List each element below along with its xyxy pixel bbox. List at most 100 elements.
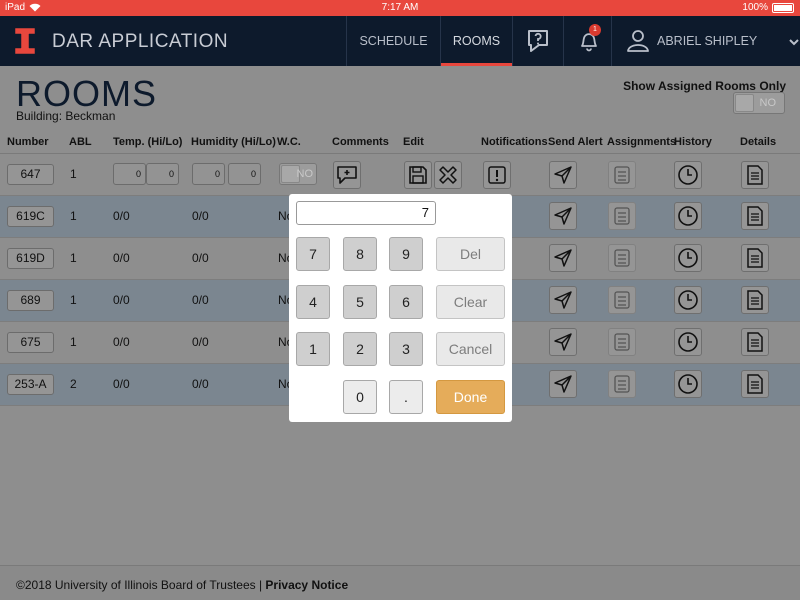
room-abl: 1 bbox=[70, 335, 77, 349]
col-number: Number bbox=[7, 136, 49, 148]
key-5[interactable]: 5 bbox=[343, 285, 377, 319]
room-number: 647 bbox=[7, 164, 54, 185]
room-abl: 2 bbox=[70, 377, 77, 391]
key-2[interactable]: 2 bbox=[343, 332, 377, 366]
temp-lo-input[interactable]: 0 bbox=[146, 163, 179, 185]
delete-key[interactable]: Del bbox=[436, 237, 505, 271]
humidity-hi-input[interactable]: 0 bbox=[192, 163, 225, 185]
illinois-logo-icon bbox=[14, 27, 36, 55]
history-button[interactable] bbox=[674, 286, 702, 314]
checklist-icon bbox=[614, 166, 630, 184]
key-4[interactable]: 4 bbox=[296, 285, 330, 319]
details-button[interactable] bbox=[741, 328, 769, 356]
user-avatar-icon[interactable] bbox=[625, 27, 651, 53]
send-alert-button[interactable] bbox=[549, 202, 577, 230]
details-button[interactable] bbox=[741, 286, 769, 314]
history-button[interactable] bbox=[674, 244, 702, 272]
keypad-display[interactable]: 7 bbox=[296, 201, 436, 225]
history-button[interactable] bbox=[674, 202, 702, 230]
clock: 7:17 AM bbox=[381, 2, 419, 13]
details-button[interactable] bbox=[741, 202, 769, 230]
send-alert-button[interactable] bbox=[549, 370, 577, 398]
col-comments: Comments bbox=[332, 136, 389, 148]
document-icon bbox=[747, 248, 763, 268]
key-3[interactable]: 3 bbox=[389, 332, 423, 366]
col-wc: W.C. bbox=[277, 136, 301, 148]
humidity-lo-input[interactable]: 0 bbox=[228, 163, 261, 185]
user-menu-name[interactable]: ABRIEL SHIPLEY bbox=[657, 34, 757, 48]
page-footer: ©2018 University of Illinois Board of Tr… bbox=[0, 565, 800, 600]
send-alert-button[interactable] bbox=[549, 244, 577, 272]
assignments-button[interactable] bbox=[608, 202, 636, 230]
document-icon bbox=[747, 165, 763, 185]
clock-icon bbox=[678, 332, 698, 352]
room-temp: 0/0 bbox=[113, 293, 130, 307]
send-icon bbox=[554, 166, 572, 184]
nav-tab-rooms[interactable]: ROOMS bbox=[441, 16, 512, 66]
checklist-icon bbox=[614, 333, 630, 351]
done-button[interactable]: Done bbox=[436, 380, 505, 414]
send-alert-button[interactable] bbox=[549, 286, 577, 314]
comment-add-button[interactable] bbox=[333, 161, 361, 189]
room-humidity: 0/0 bbox=[192, 335, 209, 349]
save-button[interactable] bbox=[404, 161, 432, 189]
room-temp: 0/0 bbox=[113, 209, 130, 223]
key-1[interactable]: 1 bbox=[296, 332, 330, 366]
details-button[interactable] bbox=[741, 370, 769, 398]
key-8[interactable]: 8 bbox=[343, 237, 377, 271]
chevron-down-icon[interactable] bbox=[789, 39, 799, 46]
assignments-button[interactable] bbox=[608, 370, 636, 398]
details-button[interactable] bbox=[741, 244, 769, 272]
clear-key[interactable]: Clear bbox=[436, 285, 505, 319]
col-temp: Temp. (Hi/Lo) bbox=[113, 136, 183, 148]
col-notifications: Notifications bbox=[481, 136, 548, 148]
document-icon bbox=[747, 206, 763, 226]
assignments-button[interactable] bbox=[608, 161, 636, 189]
send-alert-button[interactable] bbox=[549, 328, 577, 356]
assignments-button[interactable] bbox=[608, 244, 636, 272]
notification-button[interactable] bbox=[483, 161, 511, 189]
cancel-key[interactable]: Cancel bbox=[436, 332, 505, 366]
room-number: 675 bbox=[7, 332, 54, 353]
room-abl: 1 bbox=[70, 167, 77, 181]
help-icon[interactable] bbox=[525, 28, 551, 54]
temp-hi-input[interactable]: 0 bbox=[113, 163, 146, 185]
key-7[interactable]: 7 bbox=[296, 237, 330, 271]
history-button[interactable] bbox=[674, 161, 702, 189]
cancel-edit-button[interactable] bbox=[434, 161, 462, 189]
room-number: 619C bbox=[7, 206, 54, 227]
assigned-rooms-toggle[interactable]: NO bbox=[733, 92, 785, 114]
assignments-button[interactable] bbox=[608, 328, 636, 356]
checklist-icon bbox=[614, 291, 630, 309]
privacy-notice-link[interactable]: Privacy Notice bbox=[265, 578, 348, 592]
close-icon bbox=[439, 166, 457, 184]
key-9[interactable]: 9 bbox=[389, 237, 423, 271]
assignments-button[interactable] bbox=[608, 286, 636, 314]
clock-icon bbox=[678, 206, 698, 226]
room-humidity: 0/0 bbox=[192, 209, 209, 223]
send-icon bbox=[554, 249, 572, 267]
document-icon bbox=[747, 374, 763, 394]
document-icon bbox=[747, 290, 763, 310]
details-button[interactable] bbox=[741, 161, 769, 189]
wc-toggle[interactable]: NO bbox=[279, 163, 317, 185]
history-button[interactable] bbox=[674, 370, 702, 398]
clock-icon bbox=[678, 290, 698, 310]
history-button[interactable] bbox=[674, 328, 702, 356]
nav-tab-schedule[interactable]: SCHEDULE bbox=[347, 16, 440, 66]
key-0[interactable]: 0 bbox=[343, 380, 377, 414]
top-navigation: DAR APPLICATION SCHEDULE ROOMS 1 ABRIEL … bbox=[0, 16, 800, 66]
ios-status-bar: iPad 7:17 AM 100% bbox=[0, 0, 800, 16]
send-alert-button[interactable] bbox=[549, 161, 577, 189]
col-edit: Edit bbox=[403, 136, 424, 148]
assigned-rooms-label: Show Assigned Rooms Only bbox=[623, 79, 786, 93]
key-6[interactable]: 6 bbox=[389, 285, 423, 319]
clock-icon bbox=[678, 374, 698, 394]
send-icon bbox=[554, 333, 572, 351]
col-send-alert: Send Alert bbox=[548, 136, 603, 148]
room-humidity: 0/0 bbox=[192, 377, 209, 391]
col-humidity: Humidity (Hi/Lo) bbox=[191, 136, 276, 148]
battery-icon bbox=[772, 2, 794, 13]
decimal-key[interactable]: . bbox=[389, 380, 423, 414]
send-icon bbox=[554, 291, 572, 309]
